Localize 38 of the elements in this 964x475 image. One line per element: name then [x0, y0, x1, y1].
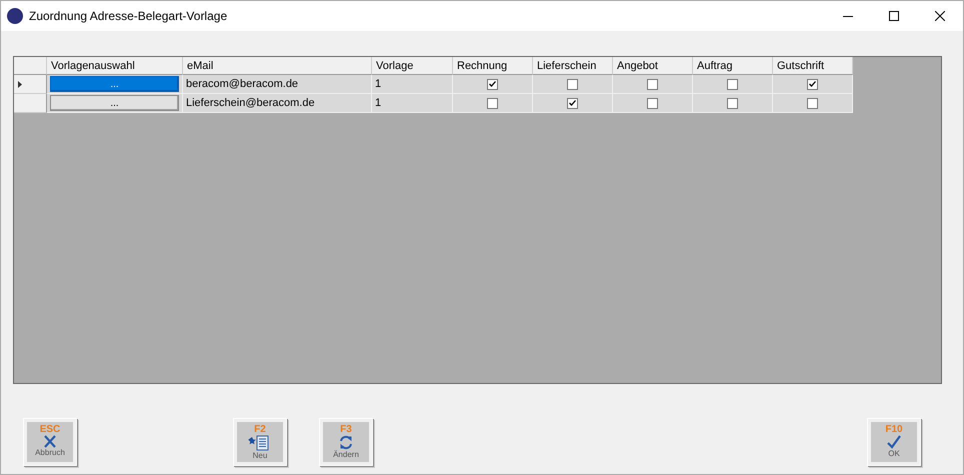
column-header[interactable]: Vorlage [372, 57, 453, 75]
table-cell: beracom@beracom.de [183, 75, 372, 94]
table-cell: Lieferschein@beracom.de [183, 94, 372, 113]
function-key-button[interactable]: ESC Abbruch [23, 418, 77, 466]
app-logo-icon [7, 8, 23, 24]
checkbox[interactable] [807, 98, 818, 108]
current-row-icon [18, 80, 22, 88]
template-select-button[interactable]: ... [50, 95, 179, 111]
checkbox[interactable] [647, 98, 658, 108]
column-header[interactable]: Vorlagenauswahl [47, 57, 183, 75]
checkmark-icon [886, 435, 902, 449]
checkbox[interactable] [567, 78, 578, 90]
column-header[interactable]: eMail [183, 57, 372, 75]
window-title: Zuordnung Adresse-Belegart-Vorlage [29, 9, 228, 23]
checkbox[interactable] [647, 78, 658, 90]
function-key-button[interactable]: F3 Ändern [319, 418, 373, 466]
maximize-icon [889, 11, 899, 21]
checkbox[interactable] [727, 98, 738, 108]
checkbox[interactable] [487, 98, 498, 108]
function-key-button[interactable]: F10 OK [867, 418, 921, 466]
checkbox[interactable] [567, 98, 578, 108]
column-header[interactable]: Auftrag [693, 57, 773, 75]
checkbox[interactable] [487, 78, 498, 90]
column-header[interactable]: Gutschrift [773, 57, 853, 75]
function-key-button[interactable]: F2 Neu [233, 418, 287, 466]
column-header[interactable]: Lieferschein [533, 57, 613, 75]
close-icon [43, 435, 57, 448]
column-header[interactable]: Angebot [613, 57, 693, 75]
table-cell: 1 [372, 75, 453, 94]
checkbox[interactable] [807, 78, 818, 90]
corner-header [14, 57, 47, 75]
table-cell: 1 [372, 94, 453, 113]
checkbox[interactable] [727, 78, 738, 90]
refresh-icon [338, 435, 354, 450]
row-header[interactable] [14, 75, 47, 94]
column-header[interactable]: Rechnung [453, 57, 533, 75]
close-icon [935, 11, 945, 21]
template-select-button[interactable]: ... [50, 76, 179, 92]
